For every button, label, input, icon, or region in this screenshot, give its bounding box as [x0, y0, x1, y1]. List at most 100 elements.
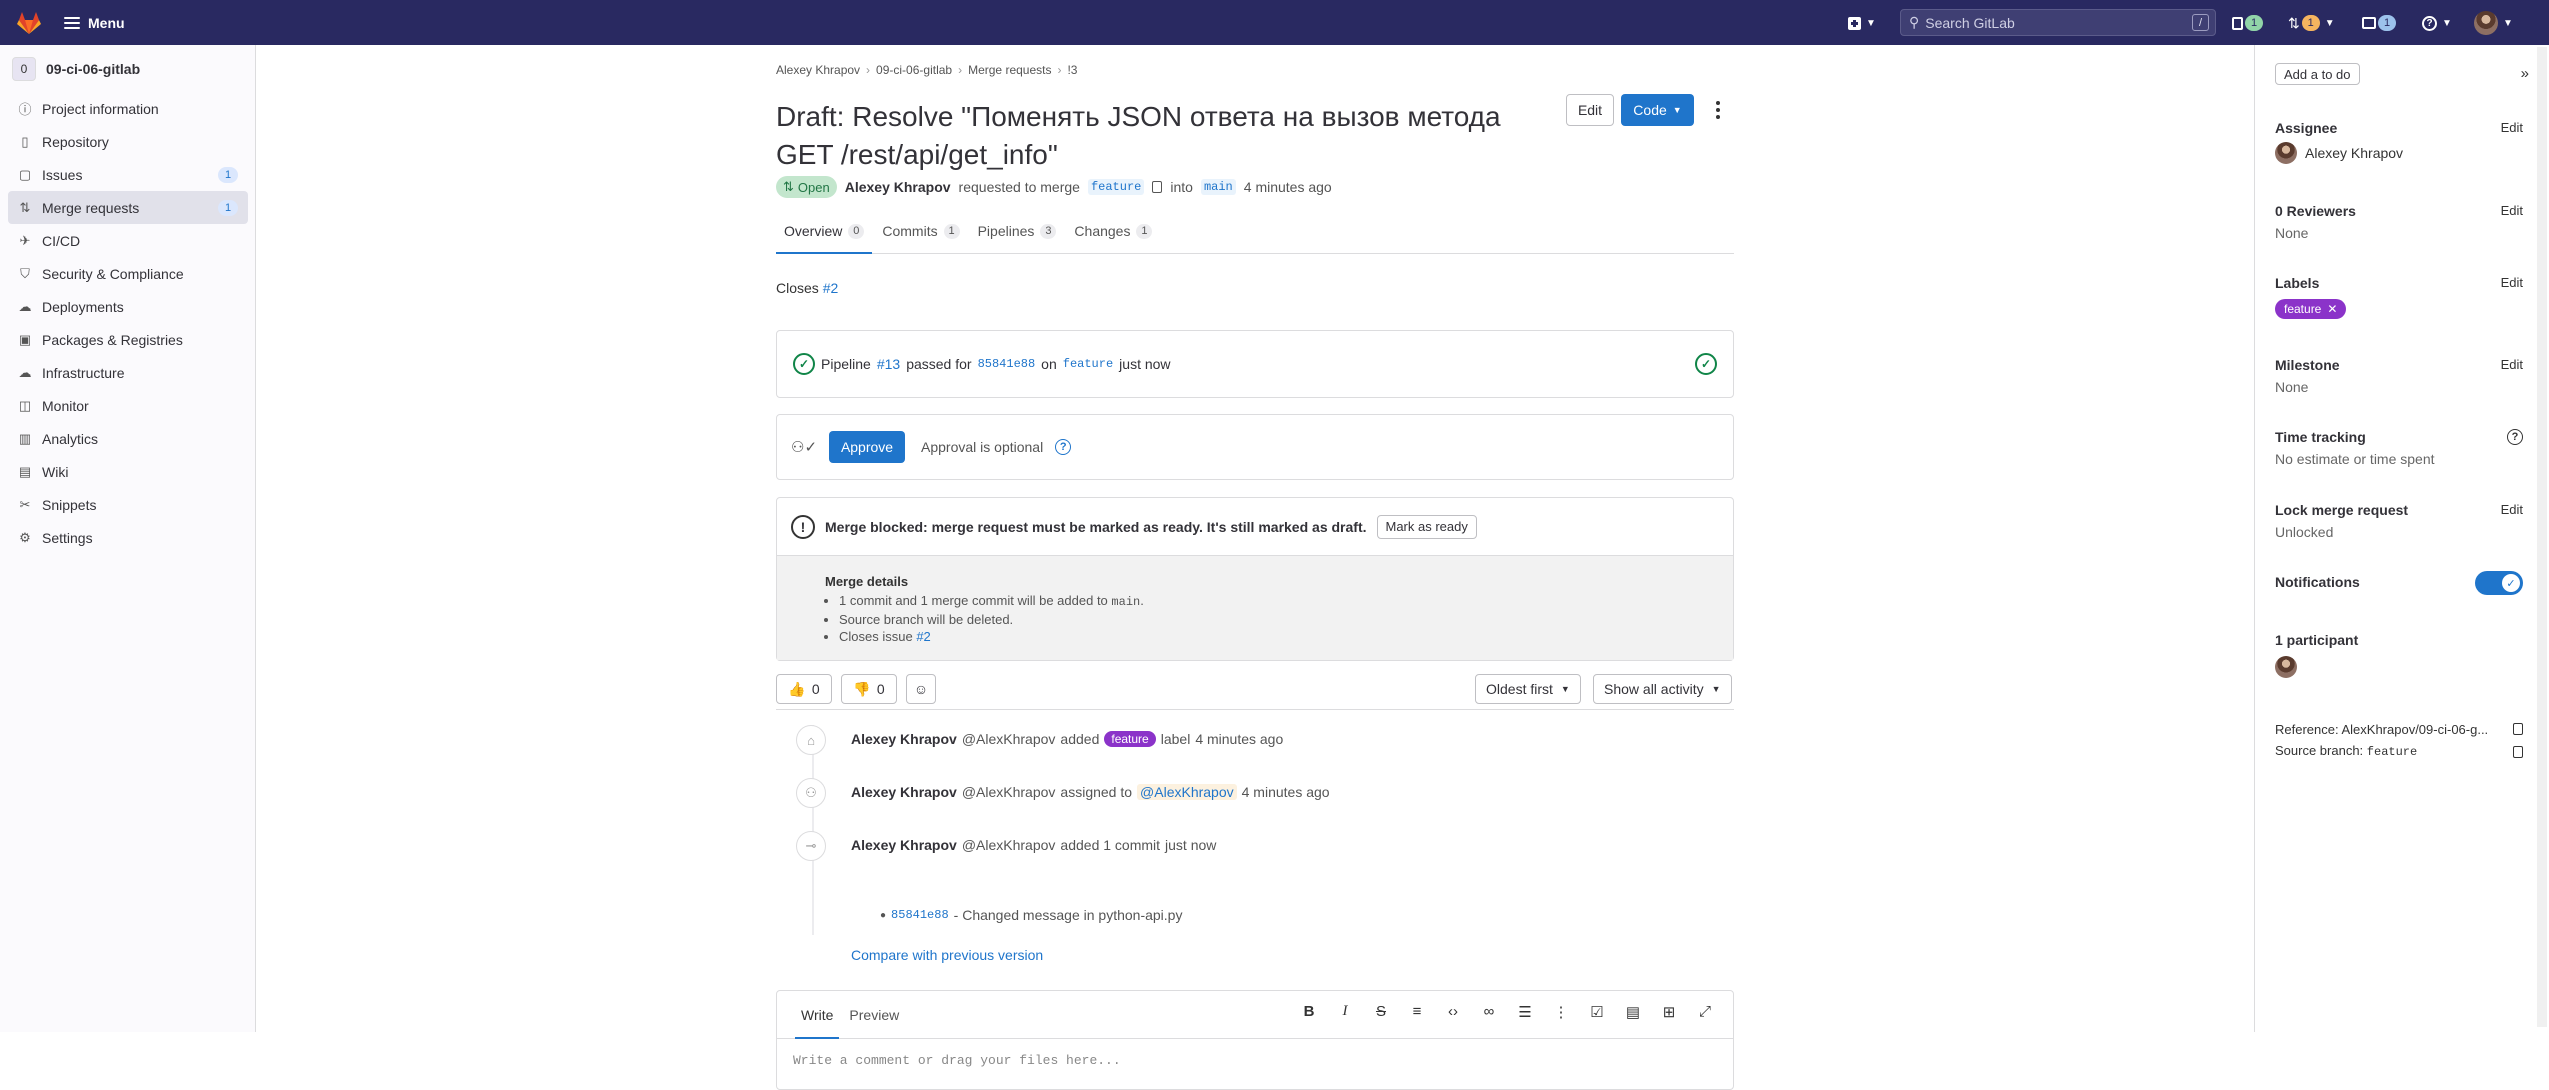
scrollbar[interactable] [2537, 47, 2547, 1027]
issue-link[interactable]: #2 [823, 280, 839, 296]
sidebar-item-ci-cd[interactable]: ✈ CI/CD [8, 224, 248, 257]
label-badge[interactable]: feature [1104, 731, 1156, 747]
edit-button[interactable]: Edit [1566, 94, 1614, 126]
sidebar-item-packages-registries[interactable]: ▣ Packages & Registries [8, 323, 248, 356]
code-icon[interactable]: ‹› [1443, 1003, 1463, 1021]
edit-lock-button[interactable]: Edit [2501, 502, 2523, 517]
author-link[interactable]: Alexey Khrapov [851, 784, 957, 800]
bold-icon[interactable]: B [1299, 1003, 1319, 1021]
branch-link[interactable]: feature [1063, 357, 1113, 371]
italic-icon[interactable]: I [1335, 1003, 1355, 1021]
help-menu[interactable]: ? ▼ [2422, 12, 2452, 34]
search-input[interactable]: ⚲ Search GitLab / [1900, 9, 2216, 36]
close-icon[interactable]: ✕ [2327, 302, 2337, 316]
comment-textarea[interactable]: Write a comment or drag your files here.… [793, 1053, 1121, 1068]
project-header[interactable]: 0 09-ci-06-gitlab [12, 57, 140, 81]
issues-menu[interactable]: 1 [2232, 12, 2263, 34]
compare-link[interactable]: Compare with previous version [851, 947, 1043, 963]
notifications-toggle[interactable]: ✓ [2475, 571, 2523, 595]
sidebar-item-snippets[interactable]: ✂ Snippets [8, 488, 248, 521]
sidebar-item-label: CI/CD [42, 232, 81, 249]
collapsible-icon[interactable]: ▤ [1623, 1003, 1643, 1021]
mark-as-ready-button[interactable]: Mark as ready [1376, 514, 1477, 539]
sidebar-item-infrastructure[interactable]: ☁ Infrastructure [8, 356, 248, 389]
activity-filter-dropdown[interactable]: Show all activity ▼ [1593, 674, 1732, 704]
edit-reviewers-button[interactable]: Edit [2501, 203, 2523, 218]
sidebar-item-repository[interactable]: ▯ Repository [8, 125, 248, 158]
fullscreen-icon[interactable]: ⤢ [1695, 1003, 1715, 1021]
quote-icon[interactable]: ≡ [1407, 1003, 1427, 1021]
author-link[interactable]: Alexey Khrapov [851, 837, 957, 853]
tab-pipelines[interactable]: Pipelines 3 [970, 208, 1065, 254]
add-reaction-button[interactable]: ☺ [906, 674, 936, 704]
collapse-sidebar-icon[interactable]: » [2521, 65, 2529, 82]
add-todo-button[interactable]: Add a to do [2275, 63, 2360, 85]
help-icon[interactable]: ? [2507, 429, 2523, 445]
code-dropdown-button[interactable]: Code ▼ [1621, 94, 1694, 126]
user-menu[interactable]: ▼ [2474, 11, 2513, 35]
tab-overview[interactable]: Overview 0 [776, 208, 872, 254]
issues-icon [2232, 16, 2243, 30]
todos-menu[interactable]: 1 [2362, 12, 2396, 34]
sidebar-item-settings[interactable]: ⚙ Settings [8, 521, 248, 554]
task-list-icon[interactable]: ☑ [1587, 1003, 1607, 1021]
source-branch[interactable]: feature [1087, 179, 1145, 195]
reference-text: Reference: AlexKhrapov/09-ci-06-g... [2275, 722, 2489, 737]
thumbs-down-button[interactable]: 👎 0 [841, 674, 897, 704]
breadcrumb-mr[interactable]: !3 [1067, 63, 1077, 77]
edit-labels-button[interactable]: Edit [2501, 275, 2523, 290]
breadcrumb-user[interactable]: Alexey Khrapov [776, 63, 860, 77]
avatar[interactable] [2275, 656, 2297, 678]
edit-assignee-button[interactable]: Edit [2501, 120, 2523, 135]
sidebar-item-security-compliance[interactable]: ⛉ Security & Compliance [8, 257, 248, 290]
breadcrumb-merge-requests[interactable]: Merge requests [968, 63, 1051, 77]
copy-icon[interactable] [2513, 723, 2523, 735]
sidebar-item-project-information[interactable]: ⓘ Project information [8, 92, 248, 125]
status-success-icon[interactable]: ✓ [793, 353, 815, 375]
new-dropdown[interactable]: ▼ [1848, 12, 1876, 34]
sidebar-item-merge-requests[interactable]: ⇅ Merge requests 1 [8, 191, 248, 224]
target-branch[interactable]: main [1200, 179, 1236, 195]
commit-sha-link[interactable]: 85841e88 [891, 908, 949, 922]
commit-sha-link[interactable]: 85841e88 [978, 357, 1036, 371]
user-mention[interactable]: @AlexKhrapov [1137, 784, 1237, 800]
thumbs-up-button[interactable]: 👍 0 [776, 674, 832, 704]
editor-toolbar: B I S ≡ ‹› ∞ ☰ ⋮ ☑ ▤ ⊞ ⤢ [1299, 1003, 1715, 1021]
breadcrumb-project[interactable]: 09-ci-06-gitlab [876, 63, 952, 77]
chart-icon: ▥ [18, 430, 32, 446]
sort-dropdown[interactable]: Oldest first ▼ [1475, 674, 1581, 704]
gitlab-logo-icon[interactable] [16, 10, 42, 36]
assignee-name[interactable]: Alexey Khrapov [2305, 145, 2403, 161]
author-link[interactable]: Alexey Khrapov [851, 731, 957, 747]
author-link[interactable]: Alexey Khrapov [845, 179, 951, 195]
tab-write[interactable]: Write [795, 991, 839, 1039]
tab-commits[interactable]: Commits 1 [874, 208, 967, 254]
sidebar-item-wiki[interactable]: ▤ Wiki [8, 455, 248, 488]
link-icon[interactable]: ∞ [1479, 1003, 1499, 1021]
pipeline-link[interactable]: #13 [877, 356, 900, 372]
more-actions-icon[interactable] [1708, 97, 1728, 123]
issue-link[interactable]: #2 [916, 629, 930, 644]
merge-requests-menu[interactable]: ⇅ 1 ▼ [2288, 12, 2335, 34]
timeline-line [812, 725, 814, 935]
table-icon[interactable]: ⊞ [1659, 1003, 1679, 1021]
approve-button[interactable]: Approve [829, 431, 906, 463]
bullet-list-icon[interactable]: ☰ [1515, 1003, 1535, 1021]
sidebar-item-deployments[interactable]: ☁ Deployments [8, 290, 248, 323]
sidebar-item-analytics[interactable]: ▥ Analytics [8, 422, 248, 455]
edit-milestone-button[interactable]: Edit [2501, 357, 2523, 372]
help-icon[interactable]: ? [1055, 439, 1072, 455]
tab-changes[interactable]: Changes 1 [1066, 208, 1160, 254]
sidebar-item-monitor[interactable]: ◫ Monitor [8, 389, 248, 422]
strikethrough-icon[interactable]: S [1371, 1003, 1391, 1021]
numbered-list-icon[interactable]: ⋮ [1551, 1003, 1571, 1021]
copy-icon[interactable] [2513, 746, 2523, 758]
label-badge[interactable]: feature ✕ [2275, 299, 2347, 319]
status-success-icon[interactable]: ✓ [1695, 353, 1717, 375]
menu-button[interactable]: Menu [64, 11, 125, 35]
approval-icon: ⚇✓ [791, 439, 818, 456]
copy-icon[interactable] [1152, 181, 1163, 193]
top-navbar: Menu ▼ ⚲ Search GitLab / 1 ⇅ 1 ▼ 1 ? ▼ ▼ [0, 0, 2549, 45]
sidebar-item-issues[interactable]: ▢ Issues 1 [8, 158, 248, 191]
tab-preview[interactable]: Preview [843, 991, 905, 1039]
